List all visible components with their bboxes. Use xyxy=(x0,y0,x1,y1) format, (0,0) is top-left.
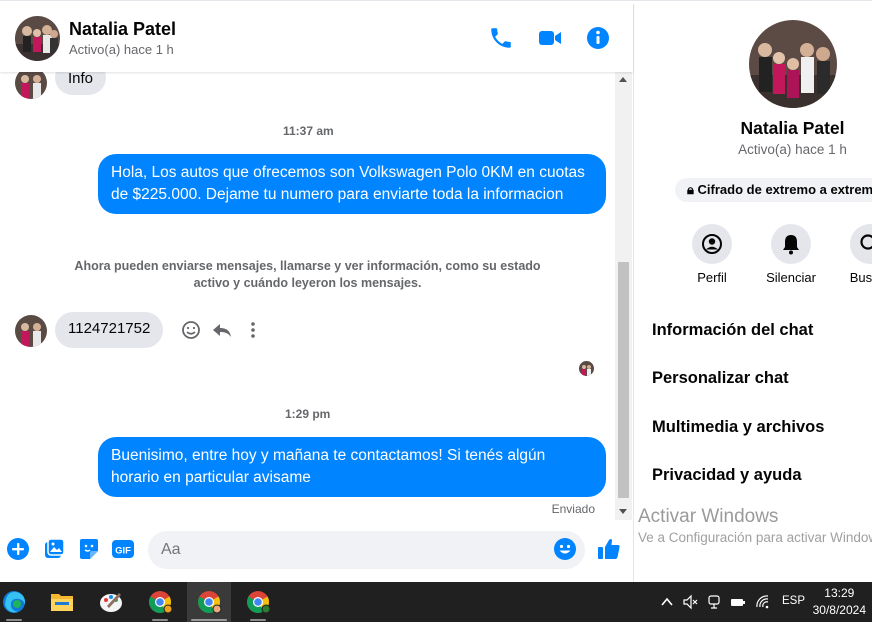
message-list[interactable]: Info 11:37 am Hola, Los autos que ofrece… xyxy=(0,72,615,520)
video-icon[interactable] xyxy=(537,25,563,51)
svg-text:GIF: GIF xyxy=(115,546,131,557)
more-options-icon[interactable] xyxy=(242,319,264,341)
message-input[interactable] xyxy=(148,531,585,569)
app-indicator xyxy=(152,619,168,621)
message-scrollbar[interactable] xyxy=(615,72,632,520)
wifi-icon[interactable] xyxy=(755,594,771,610)
taskbar: ESP 13:29 30/8/2024 xyxy=(0,582,872,622)
messenger-app: Natalia Patel Activo(a) hace 1 h Info 11… xyxy=(0,0,872,582)
chat-details-panel: Natalia Patel Activo(a) hace 1 h 🔒︎ Cifr… xyxy=(634,4,872,582)
e2e-label: Cifrado de extremo a extremo xyxy=(698,182,872,197)
chrome-profile-icon[interactable] xyxy=(187,582,231,622)
volume-muted-icon[interactable] xyxy=(682,594,698,610)
paint-icon[interactable] xyxy=(89,582,133,622)
clock[interactable]: 13:29 30/8/2024 xyxy=(813,585,866,619)
search-label: Buscar xyxy=(830,270,872,285)
file-explorer-icon[interactable] xyxy=(40,582,84,622)
chat-pane: Natalia Patel Activo(a) hace 1 h Info 11… xyxy=(0,4,633,582)
message-timestamp: 1:29 pm xyxy=(285,407,330,421)
app-indicator xyxy=(6,619,22,621)
image-icon[interactable] xyxy=(42,537,66,561)
read-receipt-avatar xyxy=(579,361,594,376)
message-timestamp: 11:37 am xyxy=(283,124,334,138)
message-avatar[interactable] xyxy=(15,72,47,99)
profile-status: Activo(a) hace 1 h xyxy=(634,142,872,157)
emoji-icon[interactable] xyxy=(553,537,577,561)
profile-icon xyxy=(692,224,732,264)
scroll-up-icon[interactable] xyxy=(619,77,627,82)
bell-icon xyxy=(771,224,811,264)
meet-now-icon[interactable] xyxy=(706,594,722,610)
contact-avatar[interactable] xyxy=(15,16,60,61)
activation-watermark-title: Activar Windows xyxy=(638,506,778,528)
plus-icon[interactable] xyxy=(6,537,30,561)
menu-customize-chat[interactable]: Personalizar chat xyxy=(652,369,789,388)
battery-icon[interactable] xyxy=(730,594,746,610)
menu-chat-info[interactable]: Información del chat xyxy=(652,321,813,340)
profile-label: Perfil xyxy=(672,270,752,285)
app-indicator xyxy=(250,619,266,621)
message-avatar[interactable] xyxy=(15,315,47,347)
edge-icon[interactable] xyxy=(0,582,36,622)
clock-time: 13:29 xyxy=(813,585,866,602)
activation-watermark-text: Ve a Configuración para activar Windows. xyxy=(638,530,872,545)
gif-icon[interactable]: GIF xyxy=(111,537,135,561)
reply-icon[interactable] xyxy=(211,319,233,341)
search-icon xyxy=(850,224,872,264)
menu-media-files[interactable]: Multimedia y archivos xyxy=(652,418,824,437)
profile-button[interactable] xyxy=(692,224,732,264)
scroll-down-icon[interactable] xyxy=(619,509,627,514)
e2e-badge[interactable]: 🔒︎ Cifrado de extremo a extremo xyxy=(675,178,872,202)
clock-date: 30/8/2024 xyxy=(813,602,866,619)
sticker-icon[interactable] xyxy=(77,537,101,561)
system-tray: ESP 13:29 30/8/2024 xyxy=(650,582,872,622)
contact-name[interactable]: Natalia Patel xyxy=(69,19,176,40)
chrome-t-icon[interactable] xyxy=(236,582,280,622)
chevron-up-icon[interactable] xyxy=(659,594,675,610)
profile-avatar[interactable] xyxy=(749,20,837,108)
outgoing-message[interactable]: Buenisimo, entre hoy y mañana te contact… xyxy=(98,437,606,497)
info-icon[interactable] xyxy=(585,25,611,51)
contact-status: Activo(a) hace 1 h xyxy=(69,42,174,57)
sent-status: Enviado xyxy=(552,502,595,516)
composer: GIF xyxy=(0,522,633,582)
like-icon[interactable] xyxy=(596,536,622,562)
profile-name: Natalia Patel xyxy=(634,118,872,139)
lock-icon: 🔒︎ xyxy=(687,182,694,197)
app-indicator xyxy=(191,619,227,621)
phone-icon[interactable] xyxy=(488,25,514,51)
scroll-thumb[interactable] xyxy=(618,262,629,498)
encryption-notice: Ahora pueden enviarse mensajes, llamarse… xyxy=(60,258,555,292)
chrome-icon[interactable] xyxy=(138,582,182,622)
menu-privacy-support[interactable]: Privacidad y ayuda xyxy=(652,466,802,485)
mute-button[interactable] xyxy=(771,224,811,264)
mute-label: Silenciar xyxy=(751,270,831,285)
search-button[interactable] xyxy=(850,224,872,264)
language-indicator[interactable]: ESP xyxy=(782,595,805,607)
outgoing-message[interactable]: Hola, Los autos que ofrecemos son Volksw… xyxy=(98,154,606,214)
incoming-message[interactable]: Info xyxy=(55,72,106,95)
chat-header: Natalia Patel Activo(a) hace 1 h xyxy=(0,4,633,72)
incoming-message[interactable]: 1124721752 xyxy=(55,312,163,348)
react-icon[interactable] xyxy=(180,319,202,341)
